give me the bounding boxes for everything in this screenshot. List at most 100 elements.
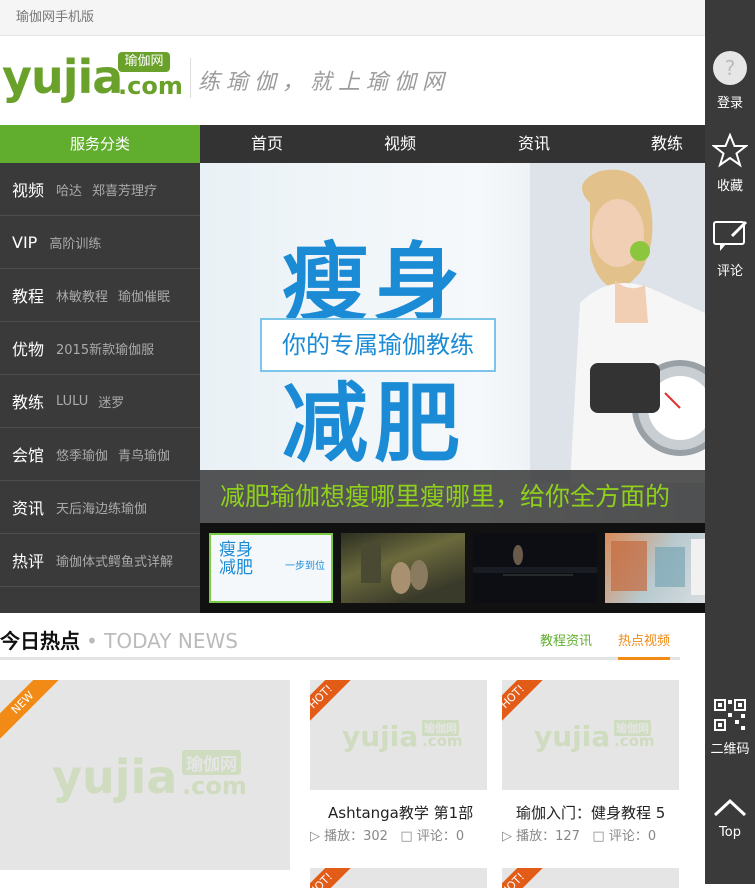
- thumbnail-text: 瘦身减肥: [219, 540, 253, 578]
- right-toolbar: ? 登录 收藏 评论 二维码 Top: [705, 0, 755, 884]
- category-row-tutorial: 教程 林敏教程 瑜伽催眠: [0, 269, 200, 322]
- category-link[interactable]: 2015新款瑜伽服: [56, 339, 154, 358]
- site-title: 瑜伽网手机版: [16, 10, 95, 25]
- video-card-thumbnail[interactable]: HOT! yujia 瑜伽网 .com: [502, 680, 679, 790]
- featured-news-card[interactable]: NEW yujia 瑜伽网 .com: [0, 680, 290, 870]
- today-news-header: 今日热点 • TODAY NEWS 教程资讯 热点视频: [0, 625, 680, 660]
- category-link[interactable]: 天后海边练瑜伽: [56, 498, 147, 517]
- logo-dotcom: .com: [118, 72, 183, 100]
- category-link[interactable]: 哈达: [56, 180, 82, 199]
- banner-thumbnail[interactable]: [341, 533, 465, 603]
- category-link[interactable]: 高阶训练: [49, 233, 101, 252]
- favorite-button[interactable]: 收藏: [705, 132, 755, 194]
- play-icon: ▷: [502, 829, 512, 844]
- category-name[interactable]: 资讯: [12, 495, 44, 519]
- hero-banner[interactable]: 瘦身 减肥 你的专属瑜伽教练 减肥瑜伽想瘦哪里瘦哪里，给你全方面的: [200, 163, 705, 523]
- banner-model-image: [530, 163, 705, 483]
- banner-thumbnail[interactable]: 瘦身减肥 一步到位: [209, 533, 333, 603]
- comment-count: 评论：0: [416, 829, 465, 844]
- category-row-video: 视频 哈达 郑喜芳理疗: [0, 163, 200, 216]
- category-link[interactable]: 瑜伽体式鳄鱼式详解: [56, 551, 173, 570]
- comment-label: 评论: [716, 264, 743, 279]
- play-count: 播放：302: [324, 829, 388, 844]
- user-avatar-icon: ?: [713, 51, 747, 85]
- thumbnail-photo: [473, 545, 597, 576]
- comment-icon: □: [400, 829, 413, 844]
- category-link[interactable]: 迷罗: [98, 392, 124, 411]
- video-card-thumbnail[interactable]: HOT!: [310, 868, 487, 888]
- comment-icon: □: [592, 829, 605, 844]
- tab-hot-videos[interactable]: 热点视频: [618, 631, 671, 660]
- comment-button[interactable]: 评论: [705, 218, 755, 279]
- service-category-header[interactable]: 服务分类: [0, 125, 200, 163]
- header-divider: [190, 58, 191, 98]
- logo-wordmark: yujia: [2, 50, 123, 104]
- category-link[interactable]: 青鸟瑜伽: [118, 445, 170, 464]
- watermark-logo: yujia: [342, 720, 419, 753]
- category-name[interactable]: 教程: [12, 283, 44, 307]
- category-name[interactable]: 热评: [12, 548, 44, 572]
- mobile-site-title-bar: 瑜伽网手机版: [0, 0, 705, 36]
- news-title: 今日热点: [0, 629, 80, 653]
- new-badge: NEW: [0, 680, 62, 742]
- logo-badge: 瑜伽网: [118, 52, 170, 72]
- hot-badge: HOT!: [502, 868, 545, 888]
- video-card-meta: ▷ 播放：127 □ 评论：0: [502, 825, 656, 844]
- comment-edit-icon: [713, 220, 748, 251]
- slogan: 练瑜伽，就上瑜伽网: [198, 70, 451, 95]
- category-link[interactable]: 悠季瑜伽: [56, 445, 108, 464]
- video-card-thumbnail[interactable]: HOT!: [502, 868, 679, 888]
- category-link[interactable]: 林敏教程: [56, 286, 108, 305]
- video-card-title[interactable]: Ashtanga教学 第1部: [328, 802, 473, 823]
- play-count: 播放：127: [516, 829, 580, 844]
- category-link[interactable]: 瑜伽催眠: [118, 286, 170, 305]
- banner-thumbnail-strip: 瘦身减肥 一步到位: [200, 523, 729, 613]
- nav-item-video[interactable]: 视频: [355, 125, 445, 163]
- main-nav: 首页 视频 资讯 教练: [200, 125, 705, 163]
- category-row-goods: 优物 2015新款瑜伽服: [0, 322, 200, 375]
- favorite-label: 收藏: [716, 179, 743, 194]
- play-icon: ▷: [310, 829, 320, 844]
- category-link[interactable]: 郑喜芳理疗: [92, 180, 157, 199]
- video-card-title[interactable]: 瑜伽入门：健身教程 5: [516, 802, 665, 823]
- watermark-dotcom: .com: [182, 772, 247, 800]
- category-row-coach: 教练 LULU 迷罗: [0, 375, 200, 428]
- thumbnail-side-text: 一步到位: [285, 561, 325, 572]
- header: yujia 瑜伽网 .com 练瑜伽，就上瑜伽网: [0, 36, 705, 125]
- category-name[interactable]: VIP: [12, 233, 37, 252]
- banner-thumbnail[interactable]: [473, 533, 597, 603]
- category-row-reviews: 热评 瑜伽体式鳄鱼式详解: [0, 534, 200, 587]
- svg-text:?: ?: [725, 56, 736, 80]
- comment-count: 评论：0: [608, 829, 657, 844]
- qrcode-icon: [714, 699, 746, 731]
- login-button[interactable]: ? 登录: [705, 50, 755, 111]
- login-label: 登录: [716, 96, 743, 111]
- banner-subtitle: 你的专属瑜伽教练: [260, 318, 496, 372]
- banner-caption[interactable]: 减肥瑜伽想瘦哪里瘦哪里，给你全方面的: [200, 470, 705, 523]
- news-subtitle: • TODAY NEWS: [86, 629, 238, 653]
- category-link[interactable]: LULU: [56, 394, 88, 409]
- nav-item-coach[interactable]: 教练: [622, 125, 712, 163]
- tab-tutorial-news[interactable]: 教程资讯: [540, 631, 592, 653]
- category-list: 视频 哈达 郑喜芳理疗 VIP 高阶训练 教程 林敏教程 瑜伽催眠 优物 201…: [0, 163, 200, 613]
- watermark-logo: yujia: [534, 720, 611, 753]
- qrcode-button[interactable]: 二维码: [705, 698, 755, 757]
- nav-item-news[interactable]: 资讯: [489, 125, 579, 163]
- hot-badge: HOT!: [310, 868, 353, 888]
- category-name[interactable]: 教练: [12, 389, 44, 413]
- video-card-meta: ▷ 播放：302 □ 评论：0: [310, 825, 464, 844]
- yujia-logo[interactable]: yujia 瑜伽网 .com: [2, 50, 183, 106]
- category-row-vip: VIP 高阶训练: [0, 216, 200, 269]
- top-label: Top: [719, 825, 741, 840]
- category-name[interactable]: 会馆: [12, 442, 44, 466]
- category-name[interactable]: 视频: [12, 177, 44, 201]
- watermark-dotcom: .com: [614, 732, 655, 750]
- category-row-news: 资讯 天后海边练瑜伽: [0, 481, 200, 534]
- star-icon: [711, 132, 749, 168]
- qrcode-label: 二维码: [710, 742, 750, 757]
- nav-item-home[interactable]: 首页: [222, 125, 312, 163]
- back-to-top-button[interactable]: Top: [705, 795, 755, 840]
- video-card-thumbnail[interactable]: HOT! yujia 瑜伽网 .com: [310, 680, 487, 790]
- chevron-up-icon: [713, 798, 747, 817]
- category-name[interactable]: 优物: [12, 336, 44, 360]
